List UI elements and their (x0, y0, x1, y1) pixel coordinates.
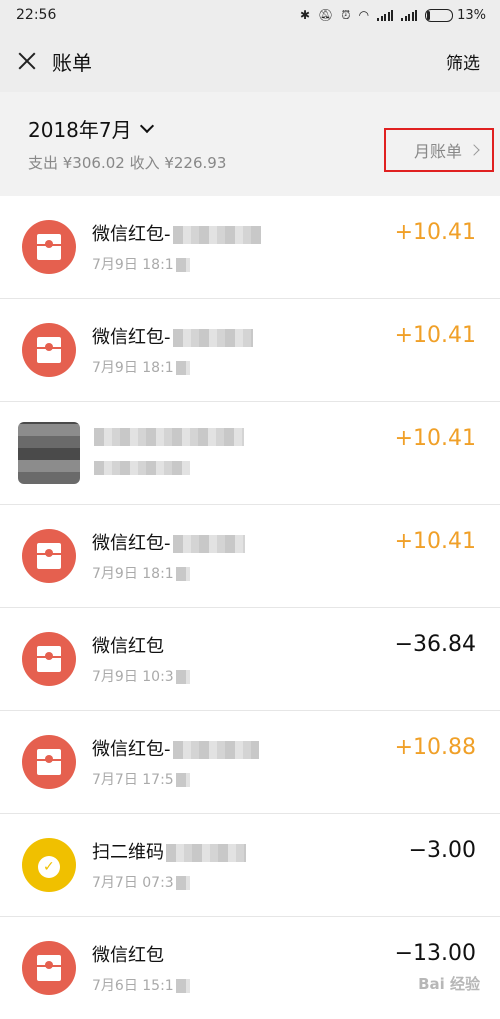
transaction-row[interactable]: +10.41 (0, 402, 500, 505)
red-envelope-icon (22, 632, 76, 686)
month-label: 2018年7月 (28, 118, 132, 142)
transaction-amount: +10.88 (394, 735, 476, 760)
transaction-date: 7月9日 18:1 (92, 257, 174, 273)
transaction-date: 7月9日 18:1 (92, 360, 174, 376)
transaction-date: 7月7日 17:5 (92, 772, 174, 788)
money-bag-icon (22, 838, 76, 892)
month-selector[interactable]: 2018年7月 (28, 114, 154, 143)
transaction-date: 7月6日 15:1 (92, 978, 174, 994)
transaction-row[interactable]: 扫二维码 7月7日 07:3 −3.00 (0, 814, 500, 917)
transaction-row[interactable]: 微信红包- 7月9日 18:1 +10.41 (0, 299, 500, 402)
battery-percent: 13% (457, 7, 486, 23)
transaction-name: 微信红包- (92, 533, 171, 554)
battery-indicator: 13% (425, 8, 486, 23)
status-icons: ✱ 🔕︎ ⏰︎ ◠ 13% (300, 8, 486, 23)
close-icon[interactable] (16, 50, 38, 72)
transaction-row[interactable]: 微信红包- 7月9日 18:1 +10.41 (0, 505, 500, 608)
transaction-row[interactable]: 微信红包 7月6日 15:1 −13.00 (0, 917, 500, 1019)
mute-icon: 🔕︎ (318, 8, 334, 22)
transaction-amount: +10.41 (394, 529, 476, 554)
alarm-icon: ⏰︎ (341, 7, 351, 22)
red-envelope-icon (22, 323, 76, 377)
watermark: Bai 经验 (418, 975, 480, 993)
transaction-amount: +10.41 (394, 426, 476, 451)
filter-button[interactable]: 筛选 (446, 49, 480, 74)
transaction-name: 微信红包 (92, 636, 164, 657)
blurred-avatar (18, 422, 80, 484)
transaction-amount: −13.00 (394, 941, 476, 966)
transaction-amount: +10.41 (394, 323, 476, 348)
transaction-name: 微信红包 (92, 945, 164, 966)
transaction-date: 7月9日 18:1 (92, 566, 174, 582)
chevron-down-icon (139, 118, 154, 134)
transaction-amount: −3.00 (408, 838, 476, 863)
month-totals: 支出 ¥306.02 收入 ¥226.93 (28, 154, 227, 172)
title-bar: 账单 筛选 (0, 30, 500, 92)
transaction-name: 微信红包- (92, 224, 171, 245)
chevron-right-icon (468, 144, 480, 156)
transaction-date: 7月9日 10:3 (92, 669, 174, 685)
red-envelope-icon (22, 220, 76, 274)
transaction-row[interactable]: 微信红包- 7月7日 17:5 +10.88 (0, 711, 500, 814)
red-envelope-icon (22, 735, 76, 789)
transaction-row[interactable]: 微信红包 7月9日 10:3 −36.84 (0, 608, 500, 711)
signal-icon-2 (401, 9, 418, 21)
bluetooth-icon: ✱ (299, 8, 310, 22)
battery-icon (425, 8, 454, 22)
transaction-row[interactable]: 微信红包- 7月9日 18:1 +10.41 (0, 196, 500, 299)
wifi-icon: ◠ (358, 8, 370, 22)
signal-icon (377, 9, 394, 21)
monthly-bill-button[interactable]: 月账单 (384, 128, 494, 172)
transaction-name: 微信红包- (92, 327, 171, 348)
transaction-date: 7月7日 07:3 (92, 875, 174, 891)
month-summary: 2018年7月 支出 ¥306.02 收入 ¥226.93 月账单 (0, 92, 500, 196)
transaction-amount: +10.41 (394, 220, 476, 245)
transaction-name: 扫二维码 (92, 842, 164, 863)
red-envelope-icon (22, 529, 76, 583)
transaction-amount: −36.84 (394, 632, 476, 657)
monthly-bill-label: 月账单 (413, 142, 462, 161)
page-title: 账单 (52, 50, 92, 75)
transaction-list: 微信红包- 7月9日 18:1 +10.41 微信红包- 7月9日 18:1 +… (0, 196, 500, 1019)
transaction-name: 微信红包- (92, 739, 171, 760)
status-bar: 22:56 ✱ 🔕︎ ⏰︎ ◠ 13% (0, 0, 500, 30)
status-time: 22:56 (16, 7, 57, 23)
red-envelope-icon (22, 941, 76, 995)
